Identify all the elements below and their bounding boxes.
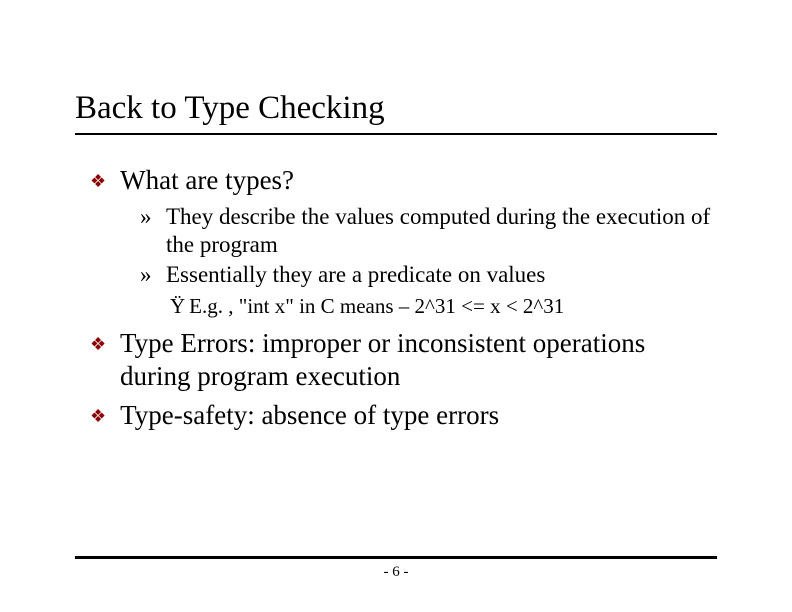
ydia-icon: Ÿ xyxy=(170,293,185,319)
lvl3-group: Ÿ E.g. , "int x" in C means – 2^31 <= x … xyxy=(170,293,715,319)
bullet-text: They describe the values computed during… xyxy=(166,203,715,259)
bullet-lvl1: ❖ What are types? xyxy=(90,164,715,197)
raquo-icon: » xyxy=(140,203,154,231)
bullet-text: Type Errors: improper or inconsistent op… xyxy=(120,327,715,393)
lvl2-group: » They describe the values computed duri… xyxy=(140,203,715,289)
diamond-icon: ❖ xyxy=(90,406,106,428)
bullet-lvl2: » Essentially they are a predicate on va… xyxy=(140,261,715,289)
bullet-text: Type-safety: absence of type errors xyxy=(120,399,499,432)
page-number: - 6 - xyxy=(0,564,792,581)
diamond-icon: ❖ xyxy=(90,334,106,356)
diamond-icon: ❖ xyxy=(90,171,106,193)
bullet-text: What are types? xyxy=(120,164,294,197)
raquo-icon: » xyxy=(140,261,154,289)
title-block: Back to Type Checking xyxy=(75,90,717,135)
slide-title: Back to Type Checking xyxy=(75,90,717,127)
slide-body: ❖ What are types? » They describe the va… xyxy=(90,160,715,438)
bullet-lvl3: Ÿ E.g. , "int x" in C means – 2^31 <= x … xyxy=(170,293,715,319)
bullet-text: Essentially they are a predicate on valu… xyxy=(166,261,545,289)
bullet-text: E.g. , "int x" in C means – 2^31 <= x < … xyxy=(189,293,564,319)
slide: Back to Type Checking ❖ What are types? … xyxy=(0,0,792,612)
bullet-lvl1: ❖ Type-safety: absence of type errors xyxy=(90,399,715,432)
title-underline xyxy=(75,133,717,135)
bullet-lvl1: ❖ Type Errors: improper or inconsistent … xyxy=(90,327,715,393)
bullet-lvl2: » They describe the values computed duri… xyxy=(140,203,715,259)
footer-rule xyxy=(75,556,717,559)
